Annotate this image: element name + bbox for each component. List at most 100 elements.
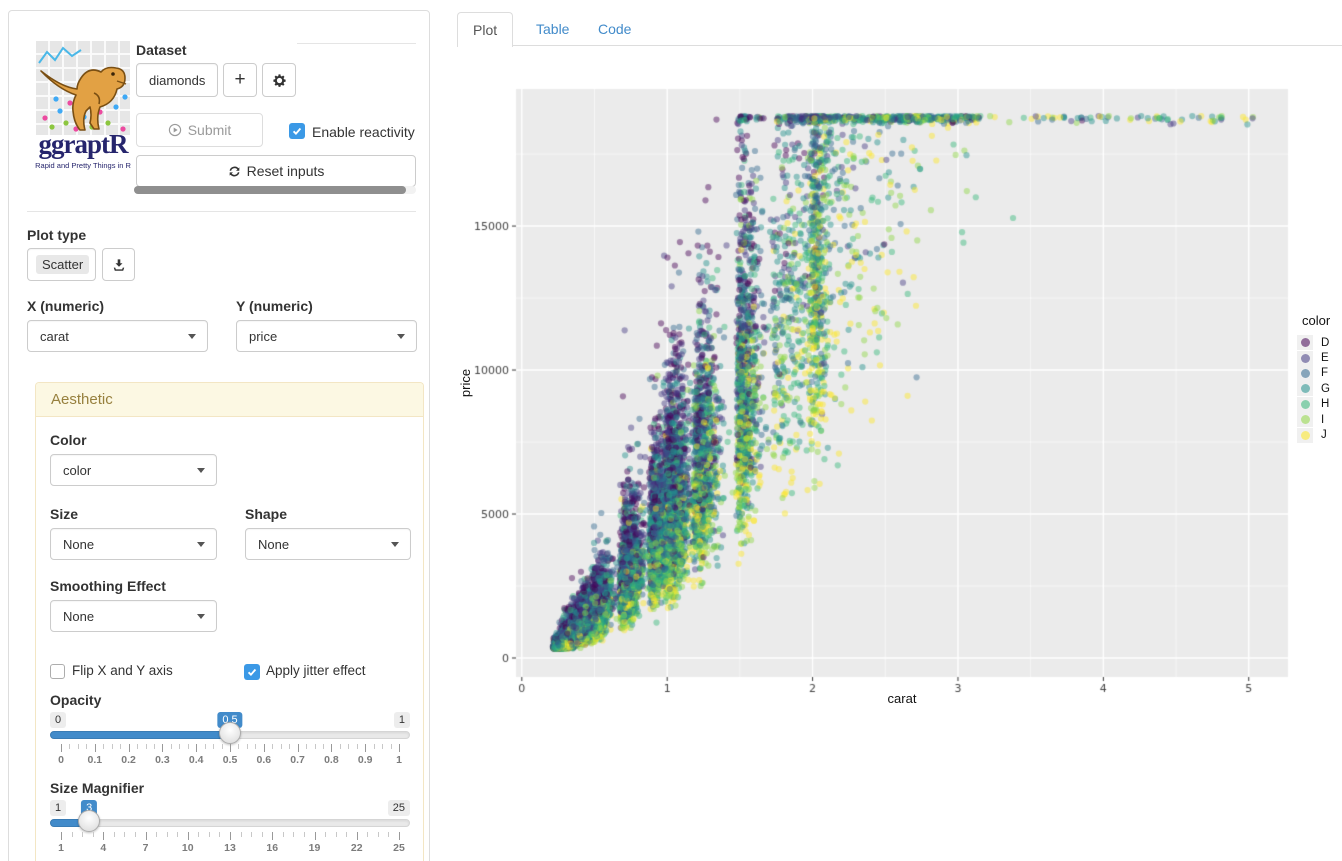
slider-minor-tick xyxy=(120,744,121,749)
download-plot-button[interactable] xyxy=(102,248,135,281)
y-variable-select[interactable]: price xyxy=(236,320,417,352)
dataset-settings-button[interactable] xyxy=(262,63,296,97)
jitter-checkbox[interactable] xyxy=(244,664,260,680)
check-icon xyxy=(247,667,257,677)
y-variable-value: price xyxy=(249,329,277,344)
tab-plot[interactable]: Plot xyxy=(457,12,513,47)
plot-type-select[interactable]: Scatter xyxy=(27,248,96,281)
slider-minor-tick xyxy=(241,832,242,837)
legend-dot xyxy=(1301,338,1310,347)
slider-tick xyxy=(103,832,104,840)
sidebar-panel: ggraptR Rapid and Pretty Things in R Dat… xyxy=(8,10,430,861)
flip-axes-checkbox[interactable] xyxy=(50,664,65,679)
check-icon xyxy=(292,126,302,136)
plot-type-label: Plot type xyxy=(27,227,86,243)
color-aes-value: color xyxy=(63,463,91,478)
slider-tick-label: 13 xyxy=(224,842,236,854)
slider-minor-tick xyxy=(283,832,284,837)
add-dataset-button[interactable]: + xyxy=(223,63,257,97)
slider-minor-tick xyxy=(255,744,256,749)
slider-max-label: 1 xyxy=(394,712,410,728)
sidebar-hscroll-thumb[interactable] xyxy=(134,186,406,194)
slider-minor-tick xyxy=(82,832,83,837)
enable-reactivity-checkbox[interactable] xyxy=(289,123,305,139)
slider-tick xyxy=(61,744,62,752)
dataset-select[interactable]: diamonds xyxy=(136,63,218,97)
flip-axes-label: Flip X and Y axis xyxy=(72,663,173,678)
slider-minor-tick xyxy=(374,744,375,749)
slider-track[interactable] xyxy=(50,819,410,827)
legend-entry-E: E xyxy=(1297,350,1342,365)
legend-label: I xyxy=(1321,414,1324,426)
slider-tick xyxy=(162,744,163,752)
chevron-down-icon xyxy=(197,468,205,473)
legend-entries: DEFGHIJ xyxy=(1297,335,1342,443)
slider-minor-tick xyxy=(103,744,104,749)
app-subtitle: Rapid and Pretty Things in R xyxy=(17,161,149,170)
legend-key xyxy=(1297,381,1313,396)
y-variable-label: Y (numeric) xyxy=(236,298,313,314)
slider-minor-tick xyxy=(72,832,73,837)
diamonds-scatter-plot[interactable] xyxy=(457,60,1342,710)
slider-minor-tick xyxy=(179,744,180,749)
size-magnifier-slider[interactable]: 1 25 3 147101316192225 xyxy=(50,798,410,860)
slider-minor-tick xyxy=(391,744,392,749)
smoothing-select[interactable]: None xyxy=(50,600,217,632)
shape-aes-select[interactable]: None xyxy=(245,528,411,560)
legend-entry-G: G xyxy=(1297,381,1342,396)
smoothing-label: Smoothing Effect xyxy=(50,578,166,594)
slider-minor-tick xyxy=(156,832,157,837)
slider-tick xyxy=(315,832,316,840)
slider-tick xyxy=(357,832,358,840)
slider-minor-tick xyxy=(323,744,324,749)
slider-tick-label: 25 xyxy=(393,842,405,854)
slider-tick-label: 0.3 xyxy=(155,754,170,766)
slider-minor-tick xyxy=(336,832,337,837)
x-variable-select[interactable]: carat xyxy=(27,320,208,352)
aesthetic-panel-header[interactable]: Aesthetic xyxy=(36,383,423,417)
slider-minor-tick xyxy=(219,832,220,837)
size-aes-select[interactable]: None xyxy=(50,528,217,560)
slider-tick-label: 7 xyxy=(143,842,149,854)
slider-minor-tick xyxy=(154,744,155,749)
legend-dot xyxy=(1301,415,1310,424)
slider-minor-tick xyxy=(304,832,305,837)
slider-minor-tick xyxy=(86,744,87,749)
reset-inputs-button[interactable]: Reset inputs xyxy=(136,155,416,187)
submit-button[interactable]: Submit xyxy=(136,113,263,147)
legend-entry-D: D xyxy=(1297,335,1342,350)
slider-minor-tick xyxy=(357,744,358,749)
slider-min-label: 0 xyxy=(50,712,66,728)
color-aes-select[interactable]: color xyxy=(50,454,217,486)
slider-min-label: 1 xyxy=(50,800,66,816)
legend-key xyxy=(1297,335,1313,350)
slider-minor-tick xyxy=(78,744,79,749)
tab-code[interactable]: Code xyxy=(583,12,646,46)
slider-minor-tick xyxy=(272,744,273,749)
slider-tick xyxy=(95,744,96,752)
slider-tick xyxy=(399,744,400,752)
legend-dot xyxy=(1301,431,1310,440)
slider-minor-tick xyxy=(238,744,239,749)
slider-minor-tick xyxy=(93,832,94,837)
legend-key xyxy=(1297,428,1313,443)
dataset-label: Dataset xyxy=(136,42,187,58)
divider-top xyxy=(297,43,416,44)
slider-minor-tick xyxy=(315,744,316,749)
slider-tick-label: 0.1 xyxy=(87,754,102,766)
gear-icon xyxy=(272,73,287,88)
slider-handle[interactable] xyxy=(219,722,241,744)
slider-minor-tick xyxy=(281,744,282,749)
size-aes-value: None xyxy=(63,537,94,552)
slider-tick-label: 19 xyxy=(309,842,321,854)
color-aes-label: Color xyxy=(50,432,87,448)
legend-dot xyxy=(1301,369,1310,378)
slider-minor-tick xyxy=(222,744,223,749)
x-variable-value: carat xyxy=(40,329,69,344)
tab-table[interactable]: Table xyxy=(521,12,584,46)
opacity-slider[interactable]: 0 1 0.5 00.10.20.30.40.50.60.70.80.91 xyxy=(50,710,410,772)
legend-label: F xyxy=(1321,367,1328,379)
slider-bar xyxy=(50,731,230,739)
slider-minor-tick xyxy=(213,744,214,749)
slider-handle[interactable] xyxy=(78,810,100,832)
